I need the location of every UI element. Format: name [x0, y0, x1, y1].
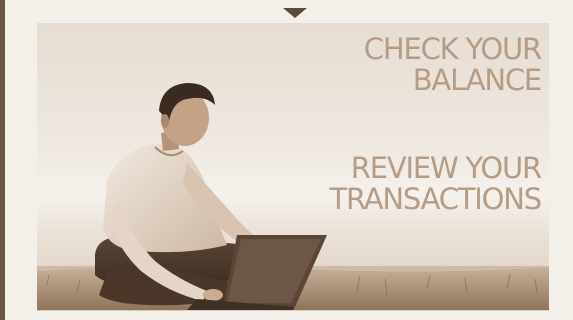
check-balance-line-2: BALANCE [412, 63, 542, 97]
pointer-arrow-icon [283, 8, 307, 18]
review-transactions-line-2: TRANSACTIONS [329, 182, 542, 216]
promo-banner: CHECK YOUR BALANCE REVIEW YOUR TRANSACTI… [37, 23, 549, 311]
check-balance-line-1: CHECK YOUR [363, 32, 542, 66]
banner-stage: CHECK YOUR BALANCE REVIEW YOUR TRANSACTI… [0, 0, 573, 320]
check-balance-link[interactable]: CHECK YOUR BALANCE [363, 32, 542, 97]
review-transactions-line-1: REVIEW YOUR [350, 151, 542, 185]
review-transactions-link[interactable]: REVIEW YOUR TRANSACTIONS [329, 151, 542, 216]
left-border [0, 0, 5, 320]
